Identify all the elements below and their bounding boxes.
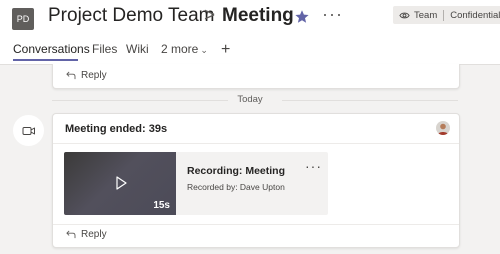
recorded-by-label: Recorded by: Dave Upton bbox=[187, 182, 285, 192]
reply-icon bbox=[66, 230, 76, 239]
tab-more-label: 2 more bbox=[161, 42, 199, 56]
meeting-ended-title: Meeting ended: 39s bbox=[65, 123, 168, 135]
badge-team-label: Team bbox=[414, 9, 438, 21]
recording-more-button[interactable]: ··· bbox=[305, 158, 322, 174]
date-separator: Today bbox=[0, 92, 500, 108]
video-camera-icon bbox=[22, 126, 35, 135]
channel-header: PD Project Demo Team > Meeting ··· Team … bbox=[0, 0, 500, 65]
badge-classification: Confidential bbox=[450, 9, 500, 21]
card-footer-divider bbox=[53, 224, 459, 225]
more-options-button[interactable]: ··· bbox=[322, 4, 343, 25]
eye-icon bbox=[399, 12, 410, 18]
meeting-reply-button[interactable]: Reply bbox=[65, 229, 107, 240]
chevron-down-icon: ⌄ bbox=[200, 45, 208, 55]
meeting-icon-badge bbox=[13, 115, 44, 146]
tab-wiki[interactable]: Wiki bbox=[126, 42, 149, 56]
recording-thumbnail[interactable]: 15s bbox=[64, 152, 176, 215]
breadcrumb-separator: > bbox=[204, 5, 216, 26]
recording-card[interactable]: 15s Recording: Meeting Recorded by: Dave… bbox=[64, 152, 328, 215]
channel-name: Meeting bbox=[222, 5, 294, 26]
classification-badge[interactable]: Team Confidential bbox=[393, 6, 500, 24]
card-divider bbox=[53, 143, 459, 144]
recording-duration: 15s bbox=[153, 200, 170, 211]
team-name[interactable]: Project Demo Team bbox=[48, 5, 215, 27]
star-icon[interactable] bbox=[294, 9, 310, 25]
reply-label: Reply bbox=[81, 70, 107, 81]
meeting-reply-label: Reply bbox=[81, 229, 107, 240]
play-icon[interactable] bbox=[113, 175, 129, 191]
previous-post-card: Reply bbox=[52, 64, 460, 89]
team-avatar[interactable]: PD bbox=[12, 8, 34, 30]
tab-files[interactable]: Files bbox=[92, 42, 117, 56]
user-avatar-image bbox=[436, 121, 450, 135]
tab-conversations[interactable]: Conversations bbox=[13, 42, 90, 56]
date-label: Today bbox=[237, 94, 263, 105]
active-tab-indicator bbox=[13, 59, 78, 61]
reply-button[interactable]: Reply bbox=[65, 70, 107, 81]
channel-tabs: Conversations Files Wiki 2 more ⌄ + bbox=[0, 40, 500, 64]
user-avatar[interactable] bbox=[436, 121, 450, 135]
add-tab-button[interactable]: + bbox=[221, 41, 230, 59]
tab-more[interactable]: 2 more ⌄ bbox=[161, 42, 208, 56]
recording-title[interactable]: Recording: Meeting bbox=[187, 165, 285, 177]
badge-divider bbox=[443, 9, 445, 21]
reply-icon bbox=[66, 71, 76, 80]
meeting-post-card: Meeting ended: 39s 15s Recording: Meetin… bbox=[52, 113, 460, 248]
